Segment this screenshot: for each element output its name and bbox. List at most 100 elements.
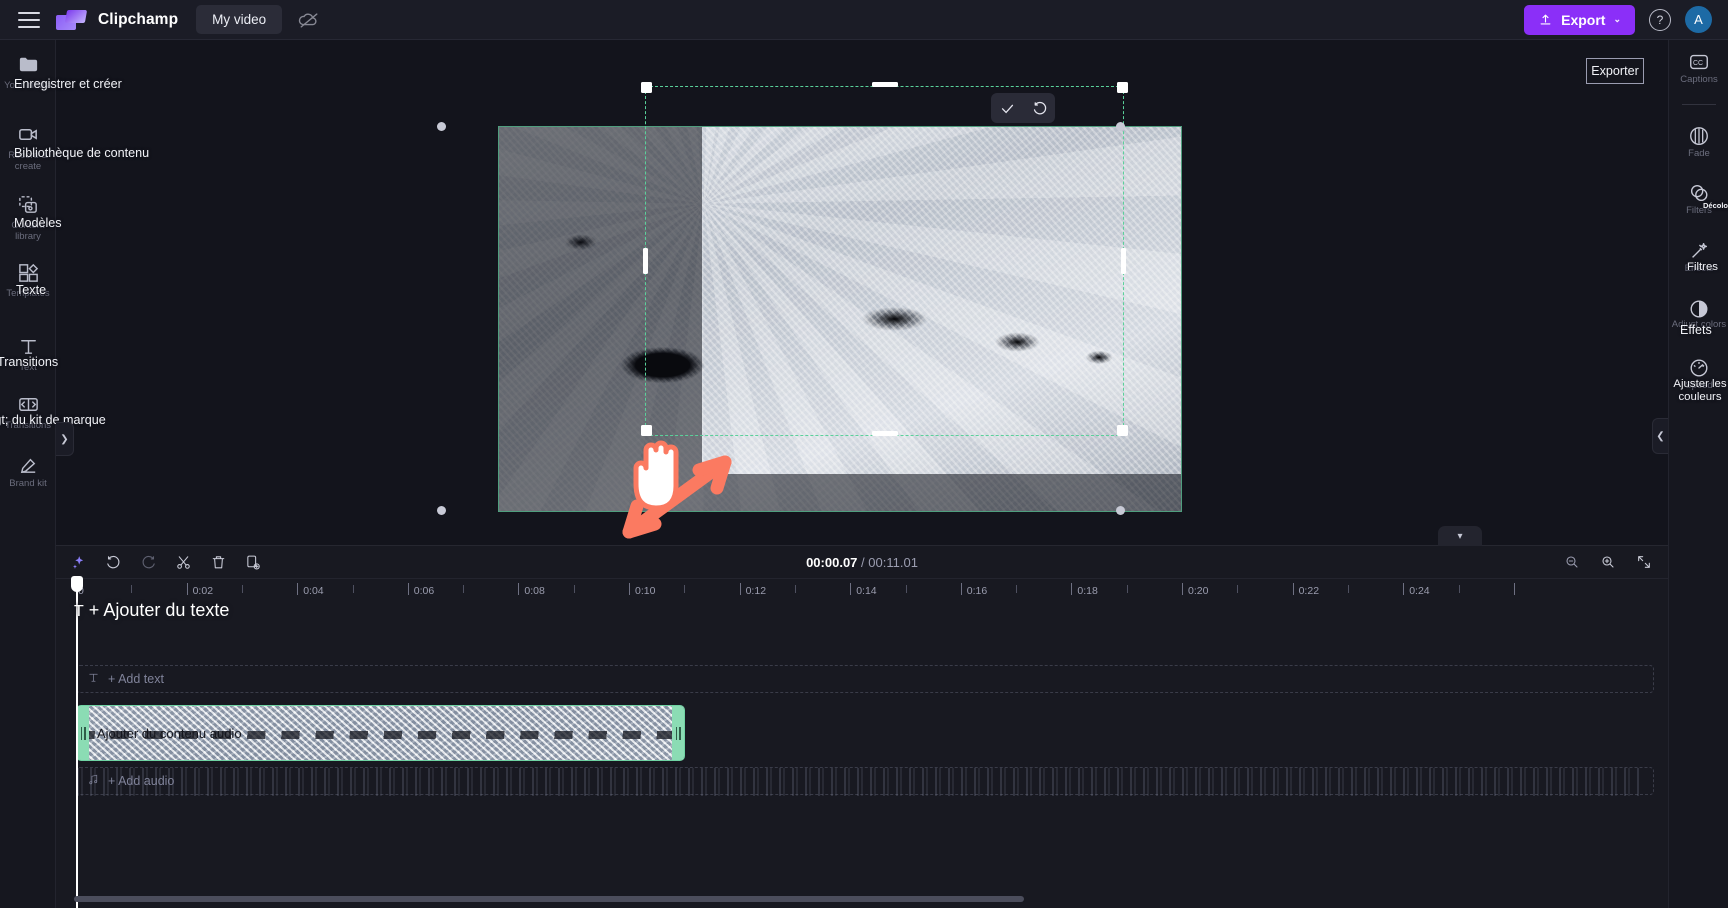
sparkle-icon[interactable] bbox=[70, 554, 87, 571]
ruler-tick-minor bbox=[1237, 585, 1239, 593]
ruler-tick-minor bbox=[794, 585, 796, 593]
right-item-fade[interactable]: Fade bbox=[1669, 118, 1728, 175]
ruler-tick-major bbox=[186, 583, 188, 595]
trash-icon[interactable] bbox=[210, 554, 227, 571]
right-item-adjust-colors[interactable]: Adjust colors Effets bbox=[1669, 291, 1728, 348]
sidebar-item-your-media[interactable]: Your media Enregistrer et créer bbox=[0, 40, 122, 106]
sidebar-item-record-create[interactable]: Record & create Bibliothèque de contenu bbox=[0, 110, 149, 176]
crop-handle-top-right[interactable] bbox=[1117, 82, 1128, 93]
right-item-captions[interactable]: CC Captions bbox=[1669, 44, 1728, 101]
timeline-horizontal-scrollbar[interactable] bbox=[74, 896, 1024, 902]
add-text-label: + Add text bbox=[108, 672, 164, 686]
cloud-off-icon[interactable] bbox=[298, 9, 320, 31]
redo-button[interactable] bbox=[140, 554, 157, 571]
sidebar-item-content-library[interactable]: Content library Modèles bbox=[0, 180, 62, 246]
ruler-label: 0:10 bbox=[635, 585, 656, 597]
ruler-tick-major bbox=[1513, 583, 1515, 595]
ruler-tick-major bbox=[960, 583, 962, 595]
right-item-filters[interactable]: Filters Décolorer bbox=[1669, 175, 1728, 232]
crop-handle-top-left[interactable] bbox=[641, 82, 652, 93]
crop-handle-bottom[interactable] bbox=[872, 431, 898, 436]
brand-kit-icon bbox=[16, 452, 40, 476]
crop-handle-bottom-right[interactable] bbox=[1117, 425, 1128, 436]
ruler-tick-major bbox=[739, 583, 741, 595]
timeline-tracks: + Add text Ajouter du contenu audio + Ad… bbox=[76, 607, 1668, 796]
ruler-tick-minor bbox=[131, 585, 133, 593]
ruler-tick-minor bbox=[1458, 585, 1460, 593]
zoom-in-icon[interactable] bbox=[1600, 554, 1616, 570]
music-note-icon bbox=[87, 773, 100, 789]
crop-toolbar bbox=[991, 93, 1055, 123]
crop-handle-bottom-left[interactable] bbox=[641, 425, 652, 436]
sidebar-label-en-6: Brand kit bbox=[9, 478, 47, 489]
ruler-label: 0:08 bbox=[524, 585, 545, 597]
right-sidebar-collapse-button[interactable]: ❮ bbox=[1652, 418, 1668, 454]
selection-handle-tr[interactable] bbox=[1116, 122, 1125, 131]
ruler-label: 0:22 bbox=[1298, 585, 1320, 597]
sidebar-label-fr-0: Enregistrer et créer bbox=[14, 77, 122, 91]
right-item-speed[interactable]: Speed Ajuster les couleurs bbox=[1669, 350, 1728, 407]
sidebar-item-brand-kit[interactable]: Brand kit bbox=[0, 440, 56, 506]
ruler-tick-major bbox=[1182, 583, 1183, 595]
adjust-colors-icon bbox=[1688, 297, 1711, 320]
audio-waveform-preview bbox=[77, 768, 1639, 796]
video-clip[interactable]: Ajouter du contenu audio bbox=[76, 705, 685, 761]
left-sidebar: Your media Enregistrer et créer Record &… bbox=[0, 40, 149, 908]
exporter-ghost-label: Exporter bbox=[1586, 58, 1644, 84]
timeline-ruler[interactable]: 0 0:02 0:04 0:06 0:08 0:10 0:12 0:14 0:16 0:18 0:… bbox=[76, 579, 1668, 607]
help-icon[interactable]: ? bbox=[1649, 8, 1671, 31]
export-button[interactable]: Export ⌄ bbox=[1524, 4, 1635, 35]
check-icon[interactable] bbox=[999, 100, 1016, 117]
sidebar-item-transitions[interactable]: Transitions &gt; du kit de marque bbox=[0, 380, 106, 446]
undo-button[interactable] bbox=[105, 554, 122, 571]
fit-to-screen-icon[interactable] bbox=[1636, 554, 1652, 570]
timeline-zoom-controls bbox=[1564, 554, 1652, 570]
right-label-fr-5: Ajuster les couleurs bbox=[1673, 378, 1727, 403]
chevron-down-icon: ⌄ bbox=[1613, 14, 1621, 24]
hamburger-icon[interactable] bbox=[18, 11, 40, 28]
timeline-collapse-button[interactable]: ▾ bbox=[1438, 526, 1482, 546]
zoom-out-icon[interactable] bbox=[1564, 554, 1580, 570]
undo-icon[interactable] bbox=[1031, 100, 1048, 117]
current-time: 00:00.07 bbox=[806, 554, 858, 570]
ruler-label: 0:14 bbox=[856, 585, 877, 597]
right-item-effects[interactable]: Effects Filtres bbox=[1669, 233, 1728, 290]
project-name-button[interactable]: My video bbox=[196, 5, 283, 34]
svg-text:CC: CC bbox=[1693, 60, 1703, 67]
right-label-fr-4: Effets bbox=[1680, 323, 1712, 337]
crop-handle-left[interactable] bbox=[643, 248, 648, 274]
sidebar-collapse-button[interactable]: ❯ bbox=[56, 422, 74, 456]
video-preview[interactable] bbox=[498, 126, 1182, 512]
clip-trim-handle-right[interactable] bbox=[672, 706, 684, 760]
ruler-tick-minor bbox=[352, 585, 354, 593]
text-icon bbox=[87, 671, 100, 687]
right-label-en-0: Captions bbox=[1680, 74, 1718, 85]
sidebar-label-fr-2: Modèles bbox=[14, 216, 62, 230]
fade-icon bbox=[1688, 124, 1711, 147]
preview-stage: 5 5 bbox=[56, 40, 1668, 568]
avatar[interactable]: A bbox=[1685, 6, 1712, 33]
clip-trim-handle-left[interactable] bbox=[77, 706, 89, 760]
clipchamp-editor: Clipchamp My video Export ⌄ ? A Your med… bbox=[0, 0, 1728, 908]
sidebar-item-templates[interactable]: Templates Texte bbox=[0, 248, 56, 314]
time-readout: 00:00.07 / 00:11.01 bbox=[56, 555, 1668, 570]
top-bar: Clipchamp My video Export ⌄ ? A bbox=[0, 0, 1728, 40]
overlay-add-text-label: T + Ajouter du texte bbox=[74, 600, 230, 620]
sidebar-item-text[interactable]: Text Transitions bbox=[0, 322, 58, 388]
add-audio-track[interactable]: + Add audio bbox=[76, 767, 1654, 796]
duplicate-icon[interactable] bbox=[245, 554, 262, 571]
scissors-icon[interactable] bbox=[175, 554, 192, 571]
crop-handle-top[interactable] bbox=[872, 82, 898, 87]
selection-handle-bl[interactable] bbox=[437, 506, 446, 515]
selection-handle-tl[interactable] bbox=[437, 122, 446, 131]
content-library-icon bbox=[16, 192, 40, 216]
ruler-label: 0:18 bbox=[1077, 585, 1098, 597]
ruler-label-start: 0 bbox=[78, 585, 84, 597]
time-separator: / bbox=[861, 554, 865, 570]
add-text-track[interactable]: + Add text bbox=[76, 665, 1654, 693]
sidebar-label-fr-3: Texte bbox=[16, 283, 47, 297]
ruler-label: 0:12 bbox=[745, 585, 767, 597]
right-label-fr-2: Décolorer bbox=[1703, 201, 1728, 210]
crop-handle-right[interactable] bbox=[1121, 248, 1126, 274]
selection-handle-br[interactable] bbox=[1116, 506, 1125, 515]
